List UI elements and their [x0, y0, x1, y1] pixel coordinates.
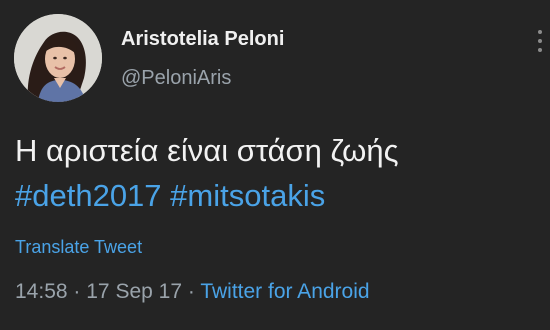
author-display-name[interactable]: Aristotelia Peloni [121, 28, 284, 51]
tweet-text-line: Η αριστεία είναι στάση ζωής [15, 133, 399, 168]
more-options-icon[interactable] [537, 30, 543, 54]
avatar-photo [14, 14, 102, 102]
meta-separator: · [73, 280, 81, 303]
meta-separator: · [187, 280, 195, 303]
tweet-time: 14:58 [15, 280, 68, 303]
tweet-meta: 14:58 · 17 Sep 17 · Twitter for Android [15, 280, 370, 304]
avatar[interactable] [14, 14, 102, 102]
hashtag-link[interactable]: #mitsotakis [170, 178, 325, 213]
tweet-source-link[interactable]: Twitter for Android [200, 280, 369, 303]
translate-tweet-link[interactable]: Translate Tweet [15, 237, 142, 258]
hashtag-link[interactable]: #deth2017 [15, 178, 162, 213]
tweet-body: Η αριστεία είναι στάση ζωής #deth2017 #m… [15, 128, 545, 218]
hashtag-line: #deth2017 #mitsotakis [15, 173, 545, 218]
author-handle[interactable]: @PeloniAris [121, 67, 231, 90]
tweet-date: 17 Sep 17 [86, 280, 183, 303]
